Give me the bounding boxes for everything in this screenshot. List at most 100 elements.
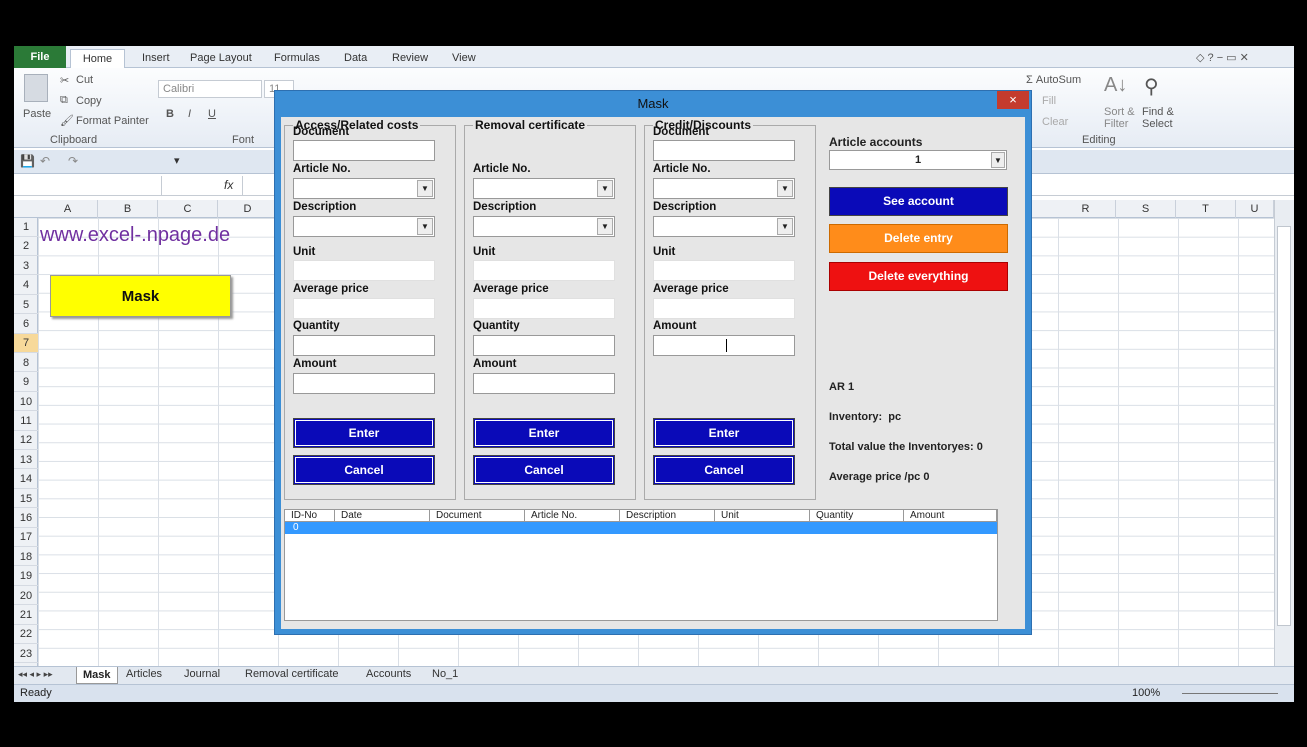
autosum-button[interactable]: Σ AutoSum: [1026, 74, 1081, 86]
sheet-tab-mask[interactable]: Mask: [76, 667, 118, 684]
tab-view[interactable]: View: [446, 49, 482, 68]
row-header[interactable]: 2: [14, 237, 38, 257]
document-input[interactable]: [293, 140, 435, 161]
row-header[interactable]: 5: [14, 296, 38, 315]
undo-icon[interactable]: ↶: [40, 154, 50, 168]
enter-button[interactable]: Enter: [653, 418, 795, 448]
cancel-button[interactable]: Cancel: [473, 455, 615, 485]
amount-input[interactable]: [473, 373, 615, 394]
see-account-button[interactable]: See account: [829, 187, 1008, 216]
column-header[interactable]: R: [1056, 200, 1116, 218]
paste-icon[interactable]: [24, 74, 48, 102]
zoom-slider[interactable]: [1182, 693, 1278, 694]
amount-input[interactable]: [653, 335, 795, 356]
unit-input[interactable]: [293, 260, 435, 281]
sheet-tab-accounts[interactable]: Accounts: [366, 668, 411, 680]
format-painter-button[interactable]: Format Painter: [76, 115, 149, 127]
sheet-tab-articles[interactable]: Articles: [126, 668, 162, 680]
row-header[interactable]: 13: [14, 451, 38, 470]
sheet-tab-removal-certificate[interactable]: Removal certificate: [245, 668, 339, 680]
average-price-input[interactable]: [473, 298, 615, 319]
article-accounts-combo[interactable]: 1 ▼: [829, 150, 1007, 170]
bold-button[interactable]: B: [166, 108, 174, 120]
amount-input[interactable]: [293, 373, 435, 394]
cancel-button[interactable]: Cancel: [653, 455, 795, 485]
tab-home[interactable]: Home: [70, 49, 125, 68]
column-header[interactable]: D: [218, 200, 278, 218]
chevron-down-icon[interactable]: ▼: [417, 218, 433, 235]
description-combo[interactable]: ▼: [653, 216, 795, 237]
description-combo[interactable]: ▼: [293, 216, 435, 237]
redo-icon[interactable]: ↷: [68, 154, 78, 168]
font-name-select[interactable]: Calibri: [158, 80, 262, 98]
chevron-down-icon[interactable]: ▼: [597, 218, 613, 235]
customize-toolbar-icon[interactable]: ▾: [174, 154, 180, 167]
column-header[interactable]: S: [1116, 200, 1176, 218]
row-header[interactable]: 23: [14, 645, 38, 664]
mask-sheet-button[interactable]: Mask: [50, 275, 231, 317]
paste-button[interactable]: Paste: [23, 108, 51, 120]
enter-button[interactable]: Enter: [293, 418, 435, 448]
quantity-input[interactable]: [293, 335, 435, 356]
find-button[interactable]: Find &: [1142, 106, 1174, 118]
row-header[interactable]: 21: [14, 606, 38, 625]
row-header[interactable]: 7: [14, 334, 38, 354]
row-header[interactable]: 10: [14, 393, 38, 412]
fx-icon[interactable]: fx: [224, 178, 233, 192]
binoculars-icon[interactable]: ⚲: [1144, 74, 1159, 99]
article-no-combo[interactable]: ▼: [653, 178, 795, 199]
entries-listbox[interactable]: ID-No Date Document Article No. Descript…: [284, 509, 998, 621]
copy-icon[interactable]: ⧉: [60, 94, 68, 107]
name-box[interactable]: [14, 176, 162, 195]
chevron-down-icon[interactable]: ▼: [417, 180, 433, 197]
row-header[interactable]: 3: [14, 257, 38, 276]
chevron-down-icon[interactable]: ▼: [991, 152, 1005, 168]
fill-button[interactable]: Fill: [1042, 95, 1056, 107]
row-header[interactable]: 8: [14, 354, 38, 373]
close-button[interactable]: ×: [997, 91, 1029, 109]
tab-formulas[interactable]: Formulas: [268, 49, 326, 68]
article-no-combo[interactable]: ▼: [293, 178, 435, 199]
copy-button[interactable]: Copy: [76, 95, 102, 107]
row-header[interactable]: 22: [14, 625, 38, 645]
unit-input[interactable]: [653, 260, 795, 281]
url-cell[interactable]: www.excel-.npage.de: [40, 224, 230, 247]
row-header[interactable]: 14: [14, 470, 38, 489]
quantity-input[interactable]: [473, 335, 615, 356]
tab-file[interactable]: File: [14, 46, 66, 68]
delete-entry-button[interactable]: Delete entry: [829, 224, 1008, 253]
clear-button[interactable]: Clear: [1042, 116, 1068, 128]
cut-icon[interactable]: ✂: [60, 74, 69, 87]
save-icon[interactable]: 💾: [20, 154, 35, 168]
select-button[interactable]: Select: [1142, 118, 1173, 130]
sheet-nav-icon[interactable]: ◂◂ ◂ ▸ ▸▸: [18, 669, 53, 680]
sort-icon[interactable]: A↓: [1104, 74, 1127, 97]
enter-button[interactable]: Enter: [473, 418, 615, 448]
sort-button[interactable]: Sort &: [1104, 106, 1135, 118]
column-header[interactable]: T: [1176, 200, 1236, 218]
zoom-level[interactable]: 100%: [1132, 687, 1160, 699]
window-controls-icon[interactable]: ◇ ? − ▭ ✕: [1190, 49, 1255, 68]
chevron-down-icon[interactable]: ▼: [777, 180, 793, 197]
filter-button[interactable]: Filter: [1104, 118, 1128, 130]
unit-input[interactable]: [473, 260, 615, 281]
scroll-thumb[interactable]: [1277, 226, 1291, 626]
row-header[interactable]: 6: [14, 315, 38, 334]
sheet-tab-no-1[interactable]: No_1: [432, 668, 458, 680]
format-painter-icon[interactable]: 🖌: [60, 114, 74, 127]
column-header[interactable]: U: [1236, 200, 1274, 218]
list-item[interactable]: 0: [285, 522, 997, 534]
average-price-input[interactable]: [653, 298, 795, 319]
tab-review[interactable]: Review: [386, 49, 434, 68]
average-price-input[interactable]: [293, 298, 435, 319]
tab-page-layout[interactable]: Page Layout: [184, 49, 258, 68]
chevron-down-icon[interactable]: ▼: [777, 218, 793, 235]
document-input[interactable]: [653, 140, 795, 161]
italic-button[interactable]: I: [188, 108, 191, 120]
cut-button[interactable]: Cut: [76, 74, 93, 86]
vertical-scrollbar[interactable]: [1274, 200, 1294, 666]
chevron-down-icon[interactable]: ▼: [597, 180, 613, 197]
column-header[interactable]: B: [98, 200, 158, 218]
article-no-combo[interactable]: ▼: [473, 178, 615, 199]
column-header[interactable]: C: [158, 200, 218, 218]
